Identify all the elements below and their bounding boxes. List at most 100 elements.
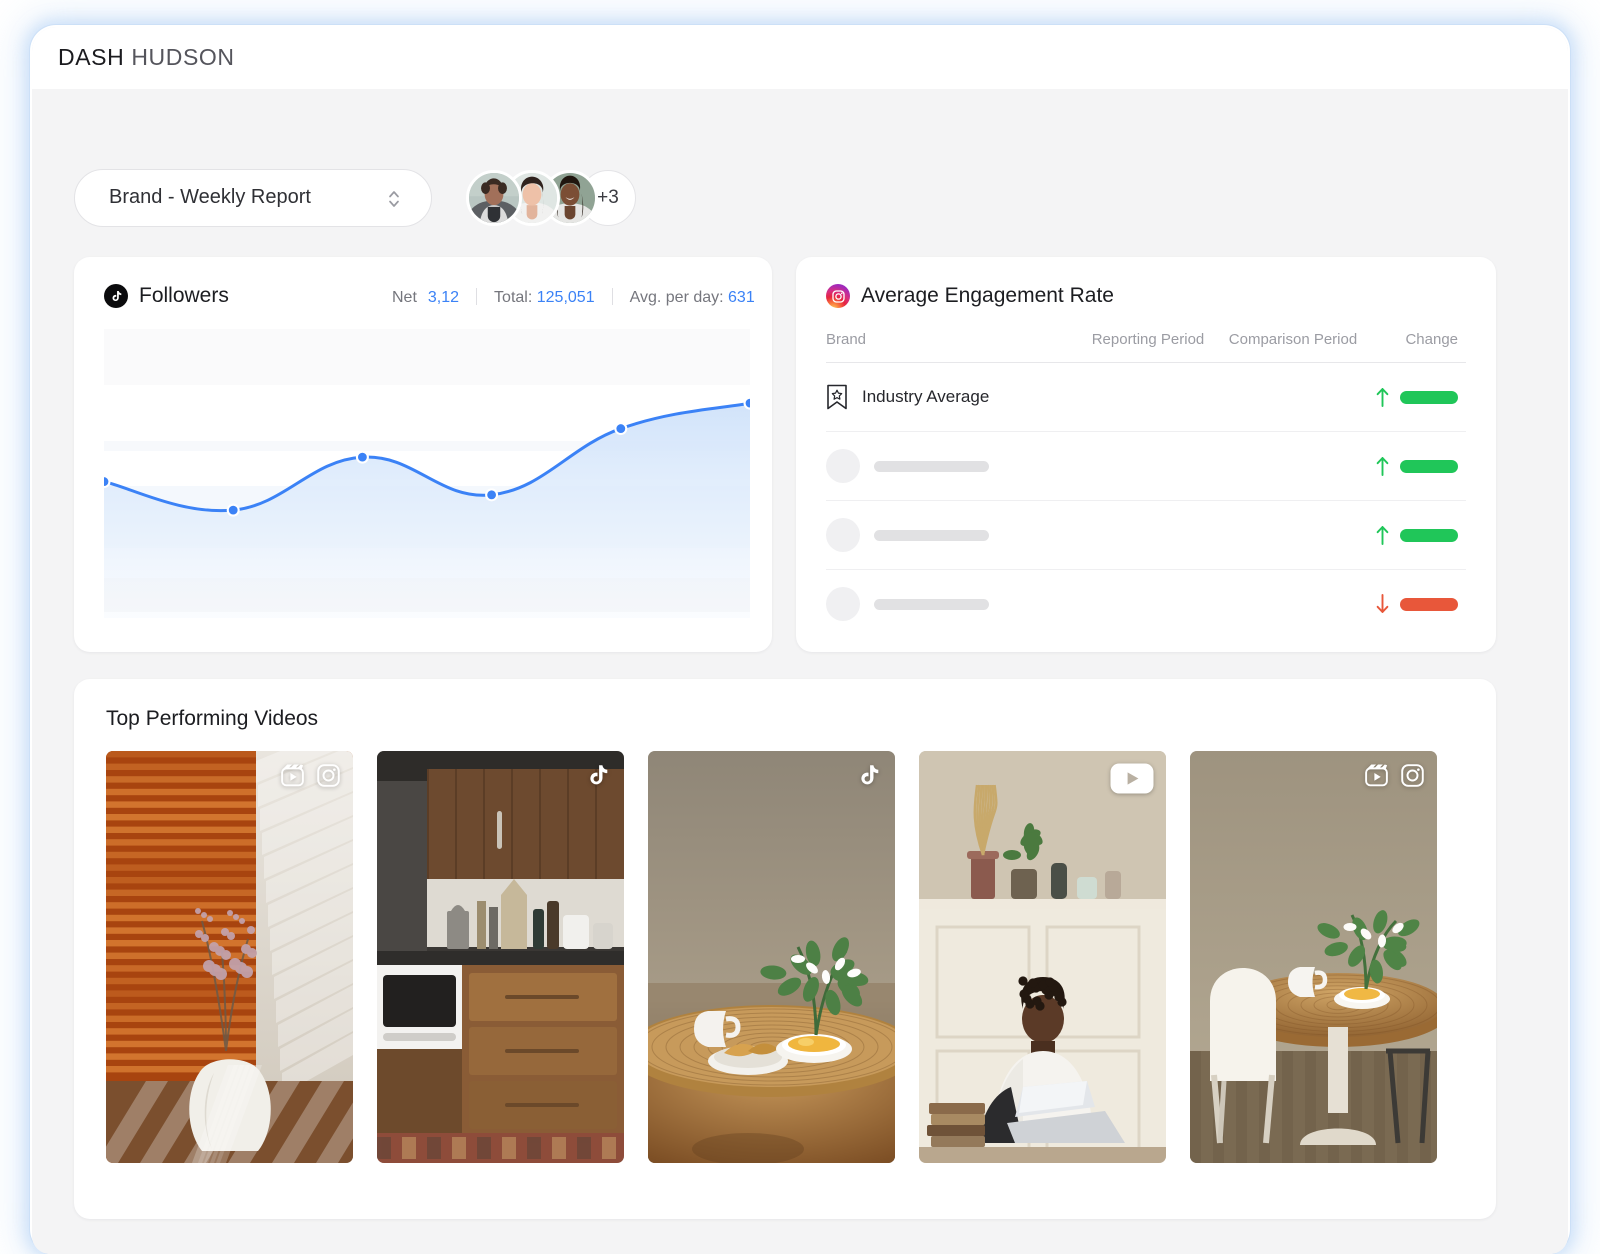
- cell-brand: [826, 432, 1078, 501]
- total-label: Total:: [494, 289, 533, 306]
- instagram-icon: [1401, 764, 1424, 787]
- platform-badges: [1110, 763, 1154, 794]
- tiktok-icon: [861, 765, 879, 785]
- arrow-up-icon: [1375, 455, 1390, 477]
- chart-point[interactable]: [228, 505, 238, 515]
- chart-point[interactable]: [487, 490, 496, 500]
- youtube-icon: [1110, 763, 1154, 794]
- tiktok-icon: [857, 763, 883, 789]
- video-thumbnail[interactable]: [377, 751, 624, 1163]
- engagement-table: Brand Reporting Period Comparison Period…: [826, 331, 1466, 639]
- avatar-placeholder: [826, 449, 860, 483]
- reels-icon: [281, 764, 304, 787]
- brand-name-placeholder: [874, 460, 989, 472]
- cell-comparison-period: [1218, 432, 1368, 501]
- app-window: DASH HUDSON Brand - Weekly Report +3 Fol…: [32, 27, 1568, 1254]
- cell-comparison-period: [1218, 363, 1368, 432]
- chart-point[interactable]: [616, 424, 626, 433]
- video-thumbnail[interactable]: [106, 751, 353, 1163]
- reels-icon: [1365, 764, 1388, 787]
- cell-change: [1368, 501, 1466, 570]
- stat-divider: [611, 288, 613, 305]
- brand-logo: DASH HUDSON: [58, 44, 235, 71]
- cell-change: [1368, 432, 1466, 501]
- cell-change: [1368, 363, 1466, 432]
- avatar-placeholder: [826, 587, 860, 622]
- tiktok-icon: [590, 765, 608, 785]
- cell-comparison-period: [1218, 501, 1368, 570]
- table-row[interactable]: [826, 501, 1466, 570]
- video-thumbnail[interactable]: [919, 751, 1166, 1163]
- video-thumbnail[interactable]: [1190, 751, 1437, 1163]
- followers-stats: Net 3,12 Total: 125,051 Avg. per day: 631: [392, 288, 772, 314]
- column-header-brand: Brand: [826, 331, 867, 348]
- reels-icon: [280, 763, 305, 788]
- youtube-icon: [1110, 763, 1154, 794]
- followers-card-header: Followers: [104, 284, 229, 308]
- chevron-updown-icon: [387, 187, 401, 211]
- change-value-placeholder: [1400, 528, 1458, 542]
- video-thumbnail-list: [106, 751, 1437, 1163]
- instagram-icon: [826, 284, 850, 308]
- tiktok-icon: [104, 284, 128, 308]
- platform-badges: [1364, 763, 1425, 788]
- video-thumbnail[interactable]: [648, 751, 895, 1163]
- table-row[interactable]: [826, 570, 1466, 639]
- followers-area-chart: [104, 329, 750, 618]
- arrow-up-icon: [1375, 524, 1390, 546]
- brand-name-placeholder: [874, 598, 989, 610]
- cell-change: [1368, 570, 1466, 639]
- tiktok-icon: [586, 763, 612, 789]
- net-label: Net: [392, 289, 417, 306]
- brand-name: Industry Average: [862, 387, 990, 406]
- cell-comparison-period: [1218, 570, 1368, 639]
- page-root: DASH HUDSON Brand - Weekly Report +3 Fol…: [0, 0, 1600, 1254]
- cell-reporting-period: [1078, 501, 1218, 570]
- engagement-card-header: Average Engagement Rate: [826, 284, 1114, 308]
- platform-badges: [586, 763, 612, 789]
- reels-icon: [1364, 763, 1389, 788]
- column-header-reporting-period: Reporting Period: [1091, 331, 1205, 348]
- column-header-change: Change: [1405, 331, 1458, 348]
- videos-card-title: Top Performing Videos: [106, 707, 319, 730]
- arrow-down-icon: [1375, 593, 1390, 615]
- engagement-card-title: Average Engagement Rate: [861, 284, 1114, 307]
- platform-badges: [857, 763, 883, 789]
- table-header-row: Brand Reporting Period Comparison Period…: [826, 331, 1466, 363]
- change-value-placeholder: [1400, 390, 1458, 404]
- net-value: 3,12: [427, 289, 460, 306]
- report-select-value: Brand - Weekly Report: [109, 186, 311, 208]
- change-value-placeholder: [1400, 597, 1458, 611]
- cell-brand: [826, 501, 1078, 570]
- engagement-table-body: Industry Average: [826, 363, 1466, 639]
- avg-per-day-value: 631: [728, 289, 755, 306]
- followers-card-title: Followers: [139, 284, 229, 307]
- logo-secondary: HUDSON: [131, 44, 235, 70]
- table-row[interactable]: Industry Average: [826, 363, 1466, 432]
- followers-card: Followers Net 3,12 Total: 125,051 Avg. per …: [74, 257, 772, 652]
- instagram-icon: [316, 763, 341, 788]
- cell-reporting-period: [1078, 363, 1218, 432]
- followers-chart: [104, 321, 750, 618]
- column-header-comparison-period: Comparison Period: [1228, 331, 1358, 348]
- app-body: Brand - Weekly Report +3 Followers Net 3…: [32, 89, 1568, 1254]
- table-row[interactable]: [826, 432, 1466, 501]
- engagement-table-head: Brand Reporting Period Comparison Period…: [826, 331, 1466, 363]
- avatar[interactable]: [466, 170, 522, 226]
- logo-primary: DASH: [58, 44, 125, 70]
- app-header: DASH HUDSON: [32, 27, 1568, 89]
- avatar-placeholder: [826, 518, 860, 552]
- instagram-icon: [1400, 763, 1425, 788]
- engagement-card: Average Engagement Rate Brand Reporting …: [796, 257, 1496, 652]
- avg-per-day-label: Avg. per day:: [629, 289, 724, 306]
- cell-brand: Industry Average: [826, 363, 1078, 432]
- total-value: 125,051: [536, 289, 595, 306]
- bookmark-star-icon: [826, 384, 848, 410]
- stat-divider: [476, 288, 478, 305]
- change-value-placeholder: [1400, 459, 1458, 473]
- instagram-icon: [317, 764, 340, 787]
- report-select[interactable]: Brand - Weekly Report: [74, 169, 432, 227]
- chart-point[interactable]: [358, 452, 367, 462]
- cell-reporting-period: [1078, 570, 1218, 639]
- cell-brand: [826, 570, 1078, 639]
